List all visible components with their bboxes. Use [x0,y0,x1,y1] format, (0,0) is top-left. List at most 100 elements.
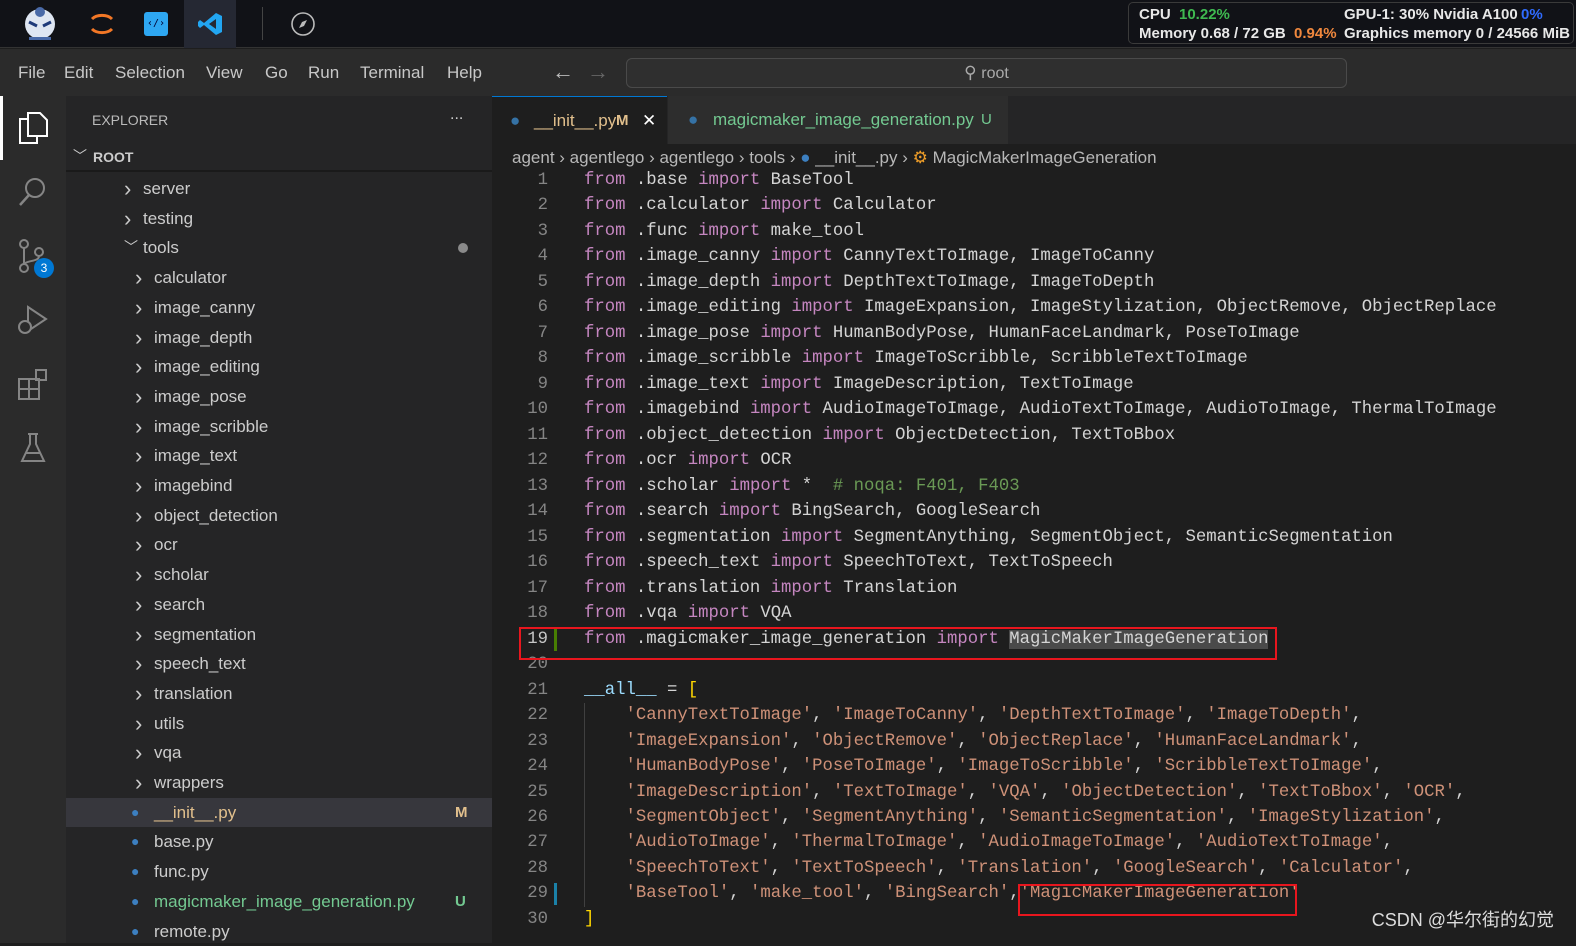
tree-item[interactable]: › utils [66,709,492,738]
code-text: from .func import make_tool [584,219,864,245]
compass-icon[interactable] [277,0,329,48]
code-line: 15 from .segmentation import SegmentAnyth… [492,525,1576,551]
breadcrumb-item[interactable]: agentlego [570,148,645,167]
python-file-icon: ● [510,111,521,130]
chevron-right-icon: › [124,205,132,231]
code-line: 28 'SpeechToText', 'TextToSpeech', 'Tran… [492,855,1576,882]
extensions-icon[interactable] [0,354,66,414]
line-number: 13 [527,476,548,496]
tree-item[interactable]: › object_detection [66,501,492,530]
run-debug-icon[interactable] [0,290,66,350]
menu-view[interactable]: View [206,63,243,83]
code-token: import [698,171,761,190]
code-editor[interactable]: 1 from .base import BaseTool 2 from .calcul… [492,171,1576,943]
menu-help[interactable]: Help [447,63,482,83]
tree-item[interactable]: › speech_text [66,649,492,678]
close-tab-icon[interactable]: ✕ [642,97,656,145]
tree-item[interactable]: › server [66,174,492,203]
breadcrumb-item[interactable]: agentlego [659,148,734,167]
tab-magicmaker[interactable]: ● magicmaker_image_generation.py U [668,96,1008,144]
code-token: from [584,527,626,547]
code-token: from [584,425,626,445]
menu-edit[interactable]: Edit [64,63,93,83]
git-status-badge: U [455,892,466,910]
code-editor-icon[interactable]: ‹/› [130,0,182,48]
command-center-search[interactable]: ⚲ root [626,58,1347,88]
menu-run[interactable]: Run [308,63,339,83]
source-control-icon[interactable]: 3 [0,226,66,286]
tree-item[interactable]: › imagebind [66,471,492,500]
code-line: 12 from .ocr import OCR [492,448,1576,474]
code-token: , [1227,808,1248,827]
code-token: 'AudioImageToImage' [978,833,1176,853]
code-token: ImageExpansion, ImageStylization, Object… [853,298,1497,318]
code-token: , [957,731,979,751]
tree-item[interactable]: ● __init__.py M [66,797,492,827]
tree-item[interactable]: › image_text [66,441,492,470]
code-token: .image_scribble [625,349,802,369]
tree-item[interactable]: ● func.py [66,857,492,886]
explorer-icon[interactable] [0,98,66,158]
tree-item[interactable]: › testing [66,204,492,233]
breadcrumb-item[interactable]: MagicMakerImageGeneration [933,148,1157,167]
code-token: 'SegmentObject' [625,808,782,827]
code-token: ObjectDetection, TextToBbox [884,425,1176,445]
indent-guide [584,830,585,857]
tree-item[interactable]: › image_scribble [66,412,492,441]
code-token: 'ImageStylization' [1247,808,1435,827]
code-token: from [584,221,626,241]
menu-selection[interactable]: Selection [115,63,185,83]
tree-item[interactable]: › scholar [66,560,492,589]
code-token: Translation [832,578,958,598]
git-status-badge: M [455,803,468,821]
tree-item[interactable]: › image_depth [66,323,492,352]
code-token: VQA [749,604,792,624]
code-text: from .image_depth import DepthTextToImag… [584,270,1154,296]
tab-init-py[interactable]: ● __init__.py M ✕ [492,96,667,144]
breadcrumb-item[interactable]: __init__.py [815,148,897,167]
code-text: ] [584,907,594,933]
tree-item[interactable]: › calculator [66,263,492,292]
menu-go[interactable]: Go [265,63,288,83]
menu-file[interactable]: File [18,63,45,83]
app-logo-icon[interactable] [14,0,66,48]
tree-item[interactable]: › ocr [66,530,492,559]
tree-item[interactable]: › image_canny [66,293,492,322]
forward-arrow-icon[interactable]: → [587,59,609,85]
code-token: .base [625,171,699,190]
code-token: , [1258,858,1279,878]
breadcrumb-item[interactable]: tools [749,148,785,167]
tree-item[interactable]: › wrappers [66,768,492,797]
tree-item[interactable]: ● remote.py [66,917,492,946]
tree-item[interactable]: › translation [66,679,492,708]
tree-item[interactable]: › image_pose [66,382,492,411]
search-icon[interactable] [0,162,66,222]
code-token: .image_text [625,374,761,394]
code-line: 14 from .search import BingSearch, Google… [492,499,1576,525]
line-number: 4 [537,247,548,267]
explorer-title: EXPLORER [92,112,169,128]
code-token: [ [687,680,699,700]
jupyter-icon[interactable] [76,0,128,48]
code-token: .ocr [625,451,688,471]
vscode-icon[interactable] [184,0,236,48]
back-arrow-icon[interactable]: ← [552,59,574,85]
testing-flask-icon[interactable] [0,418,66,478]
code-text: from .scholar import * # noqa: F401, F40… [584,474,1020,500]
tab-label: __init__.py [534,111,617,130]
tree-item[interactable]: › search [66,590,492,619]
tree-item[interactable]: › vqa [66,738,492,767]
code-text: 'SegmentObject', 'SegmentAnything', 'Sem… [584,805,1444,831]
menu-terminal[interactable]: Terminal [360,63,424,83]
breadcrumb-item[interactable]: agent [512,148,555,167]
root-folder-header[interactable]: ﹀ ROOT [66,144,492,170]
tree-item[interactable]: ﹀ tools [66,233,492,262]
more-actions-button[interactable]: ... [450,106,463,124]
tree-item[interactable]: ● base.py [66,827,492,856]
tree-item[interactable]: ● magicmaker_image_generation.py U [66,887,492,916]
code-token: from [584,323,626,343]
tree-item[interactable]: › image_editing [66,352,492,381]
tree-item[interactable]: › segmentation [66,620,492,649]
code-token: from [584,349,626,369]
